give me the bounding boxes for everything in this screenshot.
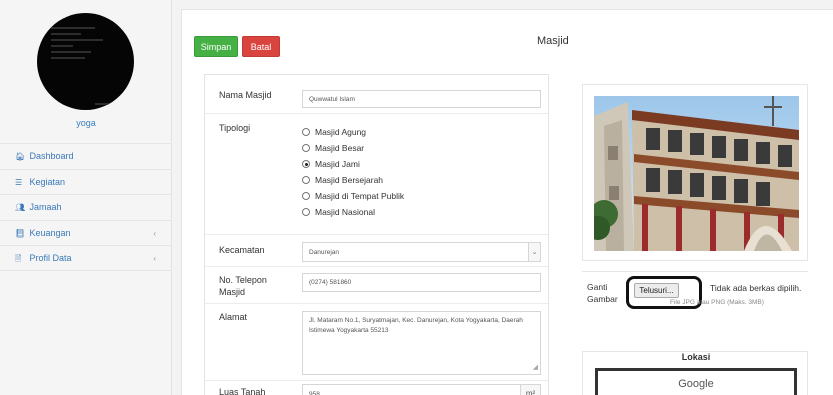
radio-circle[interactable] <box>302 192 310 200</box>
sidebar-item-label: Profil Data <box>29 253 72 263</box>
radio-circle[interactable] <box>302 208 310 216</box>
ganti-gambar-label: Ganti Gambar <box>587 282 618 304</box>
radio-circle[interactable] <box>302 144 310 152</box>
radio-masjid-jami[interactable]: Masjid Jami <box>302 156 404 172</box>
form-row-alamat: Alamat Jl. Mataram No.1, Suryatmajan, Ke… <box>205 303 548 380</box>
nama-masjid-input[interactable]: Quwwatul Islam <box>302 90 541 108</box>
sidebar-item-kegiatan[interactable]: ☰ Kegiatan <box>0 168 172 195</box>
sidebar-item-dashboard[interactable]: 🏠︎ Dashboard <box>0 143 172 169</box>
sidebar-item-profil-data[interactable]: 🗎 Profil Data ‹ <box>0 245 172 271</box>
tipologi-label: Tipologi <box>219 123 251 133</box>
radio-circle-selected[interactable] <box>302 160 310 168</box>
save-button[interactable]: Simpan <box>194 36 238 57</box>
chevron-left-icon: ‹ <box>153 228 156 238</box>
masjid-form: Nama Masjid Quwwatul Islam Tipologi Masj… <box>204 74 549 395</box>
sidebar: yoga 🏠︎ Dashboard ☰ Kegiatan 👥︎ Jamaah 📘… <box>0 0 172 395</box>
radio-masjid-agung[interactable]: Masjid Agung <box>302 124 404 140</box>
sidebar-item-jamaah[interactable]: 👥︎ Jamaah <box>0 194 172 220</box>
username[interactable]: yoga <box>0 118 172 128</box>
radio-masjid-tempat-publik[interactable]: Masjid di Tempat Publik <box>302 188 404 204</box>
unit-addon: m² <box>520 385 540 395</box>
form-row-luas: Luas Tanah 958 m² <box>205 380 548 395</box>
sidebar-item-label: Jamaah <box>29 202 62 212</box>
form-row-nama: Nama Masjid Quwwatul Islam <box>205 75 548 113</box>
location-panel: Lokasi Google <box>582 351 808 395</box>
users-icon: 👥︎ <box>15 203 26 212</box>
telepon-input[interactable]: (0274) 581860 <box>302 273 541 292</box>
radio-circle[interactable] <box>302 128 310 136</box>
sidebar-item-label: Keuangan <box>29 227 71 238</box>
radio-masjid-bersejarah[interactable]: Masjid Bersejarah <box>302 172 404 188</box>
luas-label: Luas Tanah <box>219 387 266 395</box>
google-logo: Google <box>678 378 714 390</box>
no-file-text: Tidak ada berkas dipilih. <box>710 283 802 293</box>
browse-button[interactable]: Telusuri... <box>634 283 679 298</box>
radio-circle[interactable] <box>302 176 310 184</box>
map-frame[interactable]: Google <box>595 368 797 395</box>
home-icon: 🏠︎ <box>15 152 26 161</box>
form-row-tipologi: Tipologi Masjid Agung Masjid Besar Masji… <box>205 113 548 234</box>
main-panel: Simpan Batal Masjid Nama Masjid Quwwatul… <box>181 9 833 395</box>
radio-masjid-nasional[interactable]: Masjid Nasional <box>302 204 404 220</box>
file-info-text: File JPG atau PNG (Maks. 3MB) <box>670 299 764 306</box>
mosque-photo-panel <box>582 84 808 261</box>
chevron-left-icon: ‹ <box>153 254 156 263</box>
location-title: Lokasi <box>681 352 711 362</box>
kecamatan-label: Kecamatan <box>219 245 265 255</box>
list-icon: ☰ <box>15 177 23 187</box>
form-row-telepon: No. Telepon Masjid (0274) 581860 <box>205 266 548 303</box>
radio-masjid-besar[interactable]: Masjid Besar <box>302 140 404 156</box>
sidebar-menu: 🏠︎ Dashboard ☰ Kegiatan 👥︎ Jamaah 📘︎ Keu… <box>0 143 172 271</box>
nama-label: Nama Masjid <box>219 90 272 100</box>
page-title: Masjid <box>537 35 569 47</box>
book-icon: 📘︎ <box>15 228 26 238</box>
alamat-label: Alamat <box>219 312 248 322</box>
tipologi-radio-group: Masjid Agung Masjid Besar Masjid Jami Ma… <box>302 124 404 220</box>
sidebar-item-label: Kegiatan <box>29 176 66 187</box>
document-icon: 🗎 <box>15 254 22 263</box>
luas-tanah-input[interactable]: 958 m² <box>302 384 541 395</box>
form-row-kecamatan: Kecamatan Danurejan ⌄ <box>205 234 548 266</box>
cancel-button[interactable]: Batal <box>242 36 280 57</box>
telepon-label: No. Telepon Masjid <box>219 275 267 297</box>
alamat-textarea[interactable]: Jl. Mataram No.1, Suryatmajan, Kec. Danu… <box>302 311 541 375</box>
sidebar-item-label: Dashboard <box>29 151 74 161</box>
image-upload: Ganti Gambar Telusuri... Tidak ada berka… <box>582 271 808 315</box>
chevron-down-icon[interactable]: ⌄ <box>528 243 540 261</box>
resize-handle-icon[interactable]: ◢ <box>533 363 538 373</box>
sidebar-item-keuangan[interactable]: 📘︎ Keuangan ‹ <box>0 219 172 246</box>
avatar <box>37 13 134 110</box>
mosque-photo <box>594 96 799 251</box>
kecamatan-select[interactable]: Danurejan ⌄ <box>302 242 541 262</box>
